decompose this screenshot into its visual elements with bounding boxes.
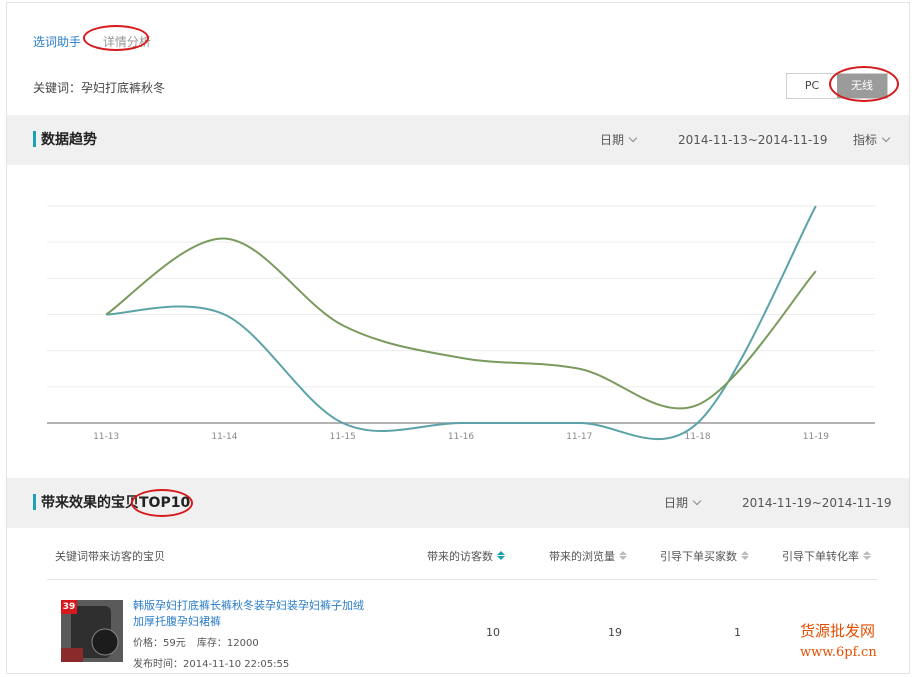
publish-value: 2014-11-10 22:05:55 [183,659,290,670]
top10-section-title: 带来效果的宝贝TOP10 [33,478,190,528]
table-row: 39 韩版孕妇打底裤长裤秋冬装孕妇装孕妇裤子加绒加厚托腹孕妇裙裤 价格：59元 … [47,592,877,672]
item-badge: 39 [61,600,77,614]
col-conversion[interactable]: 引导下单转化率 [782,540,871,580]
watermark-name: 货源批发网 [800,622,876,640]
col-pageviews-label: 带来的浏览量 [549,550,615,563]
top10-title-prefix: 带来效果的宝贝 [41,495,139,511]
item-title-link[interactable]: 韩版孕妇打底裤长裤秋冬装孕妇装孕妇裤子加绒加厚托腹孕妇裙裤 [133,598,373,630]
top10-date-dropdown[interactable]: 日期 [664,478,702,528]
trend-metric-dropdown[interactable]: 指标 [853,115,891,165]
item-thumbnail[interactable]: 39 [61,600,123,662]
col-pageviews[interactable]: 带来的浏览量 [549,540,627,580]
stock-value: 12000 [226,638,259,649]
stock-label: 库存： [196,638,227,649]
keyword-label: 关键词： [33,81,82,95]
col-visitors-label: 带来的访客数 [427,550,493,563]
chevron-down-icon [881,133,891,143]
col-buyers[interactable]: 引导下单买家数 [660,540,749,580]
page-frame: 选词助手 详情分析 关键词：孕妇打底裤秋冬 PC 无线 数据趋势 日期 2014… [6,2,910,674]
device-wireless-button[interactable]: 无线 [837,74,887,98]
device-pc-button[interactable]: PC [787,74,837,98]
item-price-stock: 价格：59元 库存：12000 [133,634,259,649]
x-tick-label: 11-17 [566,432,592,442]
x-tick-label: 11-15 [330,432,356,442]
breadcrumb-current: 详情分析 [102,35,151,49]
series-line-1 [106,205,817,441]
top10-section-header: 带来效果的宝贝TOP10 日期 2014-11-19~2014-11-19 [7,478,909,528]
sort-icon [619,551,627,561]
x-tick-label: 11-18 [684,432,710,442]
col-item: 关键词带来访客的宝贝 [55,550,165,563]
keyword-value: 孕妇打底裤秋冬 [81,81,166,95]
col-conversion-label: 引导下单转化率 [782,550,859,563]
trend-chart: 11-13 11-14 11-15 11-16 11-17 11-18 11-19 [7,166,909,466]
watermark-url: www.6pf.cn [800,645,877,660]
trend-metric-label: 指标 [853,133,878,147]
price-value: 59元 [163,638,186,649]
trend-section-title: 数据趋势 [41,132,97,148]
sort-icon [497,551,505,561]
col-visitors[interactable]: 带来的访客数 [427,540,505,580]
trend-date-dropdown[interactable]: 日期 [600,115,638,165]
sort-icon [863,551,871,561]
item-publish: 发布时间：2014-11-10 22:05:55 [133,655,289,670]
trend-date-label: 日期 [600,133,625,147]
breadcrumb-home-link[interactable]: 选词助手 [33,35,81,49]
top10-title-suffix: TOP10 [139,495,191,511]
cell-visitors: 10 [486,626,500,639]
table-header: 关键词带来访客的宝贝 带来的访客数 带来的浏览量 引导下单买家数 引导下单转化率 [47,540,877,580]
col-buyers-label: 引导下单买家数 [660,550,737,563]
trend-section-header: 数据趋势 日期 2014-11-13~2014-11-19 指标 [7,115,909,165]
publish-label: 发布时间： [133,659,183,670]
chevron-down-icon [692,496,702,506]
top10-date-range: 2014-11-19~2014-11-19 [742,496,892,510]
keyword-row: 关键词：孕妇打底裤秋冬 [33,79,165,96]
x-tick-label: 11-13 [93,432,119,442]
watermark: 货源批发网 www.6pf.cn [800,620,877,660]
breadcrumb: 选词助手 详情分析 [33,33,157,50]
sort-icon [741,551,749,561]
cell-buyers: 1 [734,626,741,639]
x-tick-label: 11-16 [448,432,474,442]
series-line-2 [105,237,817,410]
device-toggle: PC 无线 [786,73,888,99]
trend-date-range: 2014-11-13~2014-11-19 [678,133,828,147]
trend-chart-svg: 11-13 11-14 11-15 11-16 11-17 11-18 11-19 [47,205,875,442]
top10-date-label: 日期 [664,496,689,510]
cell-pageviews: 19 [608,626,622,639]
x-tick-label: 11-14 [211,432,237,442]
x-tick-label: 11-19 [803,432,829,442]
chevron-down-icon [628,133,638,143]
price-label: 价格： [133,638,163,649]
